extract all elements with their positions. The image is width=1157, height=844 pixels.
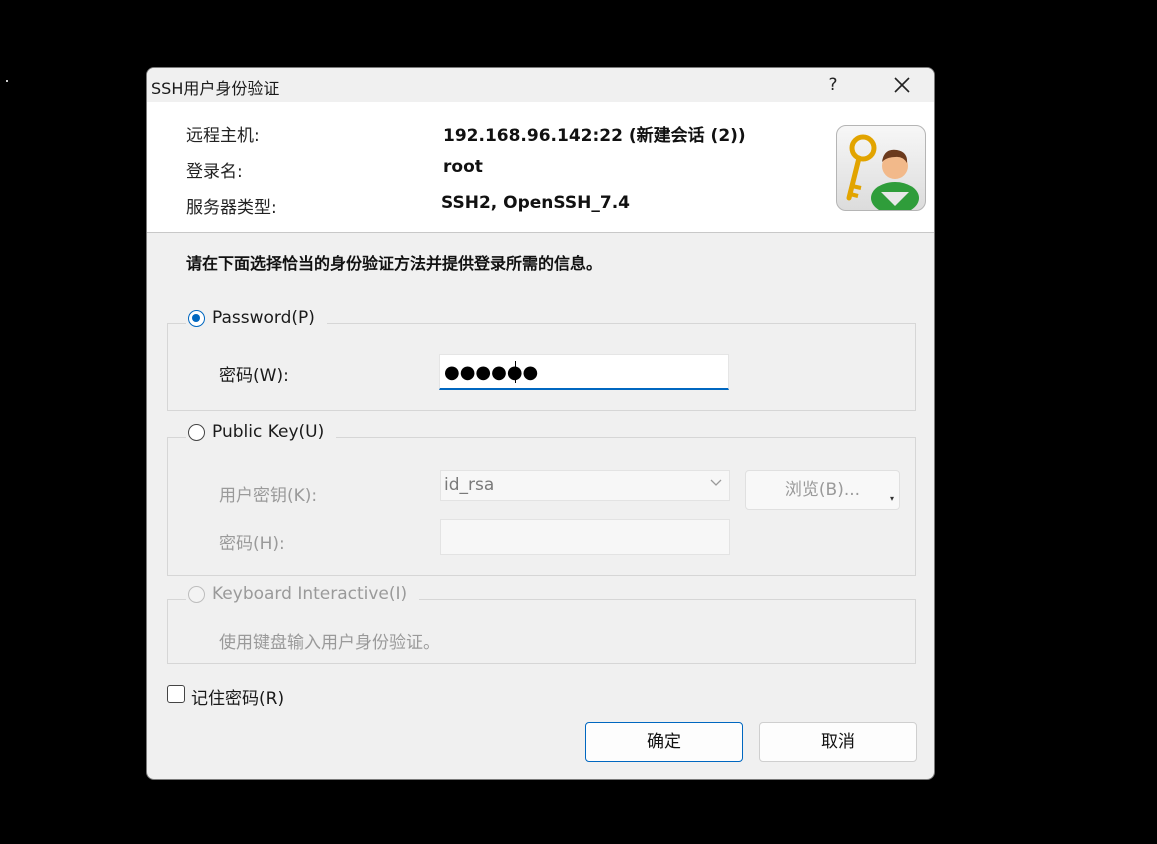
password-radio[interactable] [188,309,205,327]
dropdown-indicator-icon: ▾ [889,494,894,503]
browse-button[interactable]: 浏览(B)... ▾ [745,470,900,510]
browse-button-label: 浏览(B)... [784,480,861,500]
close-button[interactable] [882,70,922,100]
close-icon [894,77,910,93]
password-masked-value: ●●●●●● [444,362,539,383]
password-radio-option[interactable]: Password(P) [186,308,327,328]
keyboard-interactive-radio-option[interactable]: Keyboard Interactive(I) [186,584,420,604]
remote-host-value: 192.168.96.142:22 (新建会话 (2)) [443,126,746,146]
keyboard-interactive-description: 使用键盘输入用户身份验证。 [219,633,440,653]
cancel-button[interactable]: 取消 [759,722,917,762]
passphrase-label: 密码(H): [219,534,285,554]
remote-host-label: 远程主机: [186,126,260,146]
passphrase-input[interactable] [440,519,730,555]
ok-button[interactable]: 确定 [585,722,743,762]
chevron-down-icon [710,479,722,486]
key-user-icon [836,125,926,214]
title-bar: SSH用户身份验证 ? [147,68,934,102]
password-field-label: 密码(W): [219,366,289,386]
login-name-value: root [443,157,483,177]
help-button[interactable]: ? [819,70,847,100]
ssh-auth-dialog: SSH用户身份验证 ? 远程主机: 192.168.96.142:22 (新建会… [146,67,935,780]
server-type-label: 服务器类型: [186,198,277,218]
keyboard-interactive-radio-label: Keyboard Interactive(I) [212,584,408,604]
server-type-value: SSH2, OpenSSH_7.4 [441,193,630,213]
connection-info-panel: 远程主机: 192.168.96.142:22 (新建会话 (2)) 登录名: … [147,102,934,233]
user-key-select[interactable]: id_rsa [440,470,730,501]
password-radio-label: Password(P) [212,308,315,328]
public-key-radio-option[interactable]: Public Key(U) [186,422,337,442]
login-name-label: 登录名: [186,162,243,182]
remember-password-checkbox[interactable] [167,685,185,703]
window-title: SSH用户身份验证 [151,79,280,98]
public-key-radio-label: Public Key(U) [212,422,325,442]
password-input[interactable]: ●●●●●● [439,354,729,390]
public-key-radio[interactable] [188,423,205,441]
remember-password-label: 记住密码(R) [191,689,285,709]
instruction-text: 请在下面选择恰当的身份验证方法并提供登录所需的信息。 [186,254,603,273]
user-key-value: id_rsa [444,475,495,495]
text-caret [515,361,516,383]
desktop-dot [6,80,8,82]
user-key-label: 用户密钥(K): [219,486,318,506]
keyboard-interactive-radio[interactable] [188,585,205,603]
